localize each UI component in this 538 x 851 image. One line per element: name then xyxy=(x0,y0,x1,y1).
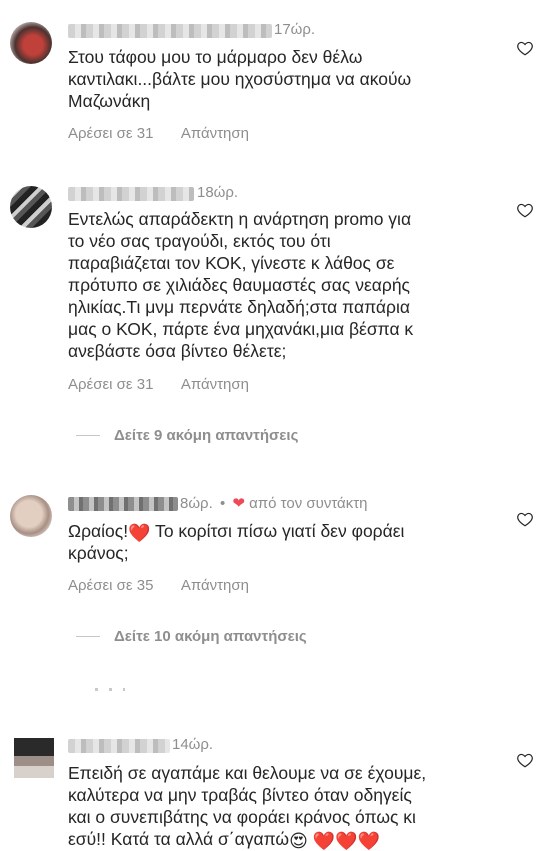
heart-eyes-emoji: 😍 xyxy=(289,831,308,851)
red-heart-emoji: ❤️ xyxy=(312,831,336,851)
comment-meta-header: 8ώρ. • ❤ από τον συντάκτη xyxy=(180,494,368,512)
view-replies-label: Δείτε 9 ακόμη απαντήσεις xyxy=(114,427,299,444)
comment-text: Στου τάφου μου το μάρμαρο δεν θέλω καντι… xyxy=(68,47,412,111)
divider-line xyxy=(76,636,100,637)
comment-text: Εντελώς απαράδεκτη η ανάρτηση promo για … xyxy=(68,209,414,361)
comment-timestamp: 14ώρ. xyxy=(172,736,214,753)
cropped-content-remnant xyxy=(95,688,125,691)
comment-meta: Αρέσει σε 31 Απάντηση xyxy=(68,125,273,142)
avatar[interactable] xyxy=(14,738,54,778)
username-blurred[interactable] xyxy=(68,497,178,511)
divider-line xyxy=(76,435,100,436)
comment-text: Επειδή σε αγαπάμε και θελουμε να σε έχου… xyxy=(68,762,488,850)
avatar[interactable] xyxy=(10,22,52,64)
reply-button[interactable]: Απάντηση xyxy=(181,577,249,594)
red-heart-emoji: ❤️ xyxy=(357,831,380,851)
liked-by-author-label: από τον συντάκτη xyxy=(249,495,368,512)
likes-count-link[interactable]: Αρέσει σε 31 xyxy=(68,376,153,393)
username-blurred[interactable] xyxy=(68,739,170,753)
red-heart-emoji: ❤️ xyxy=(335,831,358,851)
comment-timestamp: 8ώρ. xyxy=(180,495,213,512)
username-blurred[interactable] xyxy=(68,187,194,201)
view-replies-label: Δείτε 10 ακόμη απαντήσεις xyxy=(114,628,307,645)
red-heart-emoji: ❤️ xyxy=(128,523,151,543)
reply-button[interactable]: Απάντηση xyxy=(181,376,249,393)
view-more-replies-button[interactable]: Δείτε 10 ακόμη απαντήσεις xyxy=(76,628,307,645)
comment-text-first: Ωραίος! xyxy=(68,521,129,541)
heart-outline-icon[interactable] xyxy=(516,510,534,528)
likes-count-link[interactable]: Αρέσει σε 31 xyxy=(68,125,153,142)
avatar[interactable] xyxy=(10,186,52,228)
separator-dot: • xyxy=(219,495,226,512)
comment-meta: Αρέσει σε 31 Απάντηση xyxy=(68,376,273,393)
comment-timestamp: 17ώρ. xyxy=(274,21,316,38)
heart-outline-icon[interactable] xyxy=(516,751,534,769)
heart-outline-icon[interactable] xyxy=(516,39,534,57)
heart-filled-icon: ❤ xyxy=(232,495,245,512)
username-blurred[interactable] xyxy=(68,24,272,38)
comment-meta: Αρέσει σε 35 Απάντηση xyxy=(68,577,273,594)
avatar[interactable] xyxy=(10,495,52,537)
reply-button[interactable]: Απάντηση xyxy=(181,125,249,142)
likes-count-link[interactable]: Αρέσει σε 35 xyxy=(68,577,153,594)
comment-timestamp: 18ώρ. xyxy=(197,184,239,201)
view-more-replies-button[interactable]: Δείτε 9 ακόμη απαντήσεις xyxy=(76,427,298,444)
heart-outline-icon[interactable] xyxy=(516,201,534,219)
comment-text: Ωραίος!❤️ Το κορίτσι πίσω γιατί δεν φορά… xyxy=(68,520,488,564)
